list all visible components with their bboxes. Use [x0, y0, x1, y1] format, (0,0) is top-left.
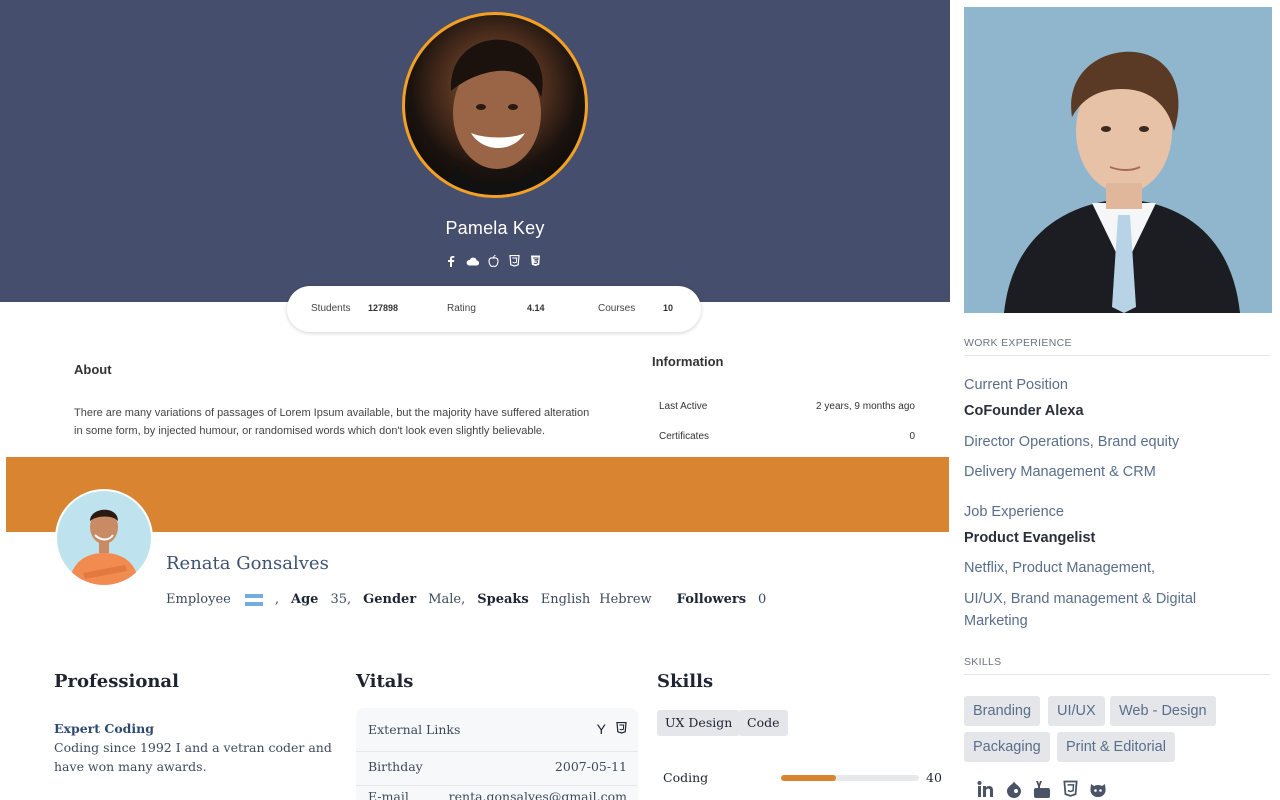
rating-value: 4.14 [527, 303, 545, 313]
linkedin-icon[interactable] [977, 780, 995, 798]
vitals-value[interactable]: renta.gonsalves@gmail.com [449, 789, 627, 800]
skill-chip: Print & Editorial [1057, 732, 1175, 762]
skill-progress-fill [781, 775, 837, 781]
vitals-row-email: E-mail renta.gonsalves@gmail.com [368, 789, 627, 800]
experience-line: Delivery Management & CRM [964, 464, 1156, 480]
vitals-value: 2007-05-11 [554, 759, 627, 774]
drupal-icon[interactable] [1005, 780, 1023, 798]
experience-sidebar: WORK EXPERIENCE Current Position CoFound… [950, 0, 1280, 800]
avatar [402, 12, 588, 198]
professional-heading: Professional [54, 671, 179, 692]
skill-tag: UX Design [657, 710, 741, 736]
html5-icon[interactable] [1061, 780, 1079, 798]
language-item: Hebrew [599, 592, 652, 607]
age-value: 35, [330, 592, 352, 607]
vitals-row-birthday: Birthday 2007-05-11 [368, 759, 627, 774]
experience-line: UI/UX, Brand management & Digital Market… [964, 591, 1197, 629]
language-item: English [540, 592, 591, 607]
info-value: 2 years, 9 months ago [816, 401, 915, 412]
divider [964, 674, 1270, 675]
profile-name: Pamela Key [445, 218, 545, 238]
y-combinator-icon[interactable]: Y [597, 721, 606, 737]
followers-value: 0 [758, 592, 767, 607]
profile-name: Renata Gonsalves [166, 553, 329, 574]
skill-bar-value: 40 [926, 770, 942, 785]
about-heading: About [74, 362, 112, 377]
github-icon[interactable] [1089, 780, 1107, 798]
argentina-flag-icon [244, 593, 263, 606]
info-row-last-active: Last Active 2 years, 9 months ago [659, 401, 915, 412]
current-position-label: Current Position [964, 377, 1068, 393]
profile-meta: Employee , Age 35, Gender Male, Speaks E… [166, 592, 766, 607]
social-links [444, 254, 542, 268]
divider [964, 355, 1270, 356]
professional-subtitle: Expert Coding [54, 721, 154, 736]
css3-icon[interactable] [528, 254, 542, 268]
apple-icon[interactable] [486, 254, 500, 268]
vitals-label: External Links [368, 721, 461, 737]
social-links [977, 780, 1107, 798]
pamela-profile-card: Pamela Key Students 127898 Rating 4.14 C… [0, 0, 950, 458]
vitals-label: E-mail [368, 789, 409, 800]
profile-photo [964, 7, 1272, 313]
vitals-label: Birthday [368, 759, 423, 774]
stats-bar: Students 127898 Rating 4.14 Courses 10 [287, 286, 701, 332]
skill-chip: Branding [964, 696, 1041, 726]
vitals-panel: External Links Y Birthday 2007-05-11 E-m… [356, 708, 638, 800]
avatar [55, 489, 153, 587]
skill-chip: Web - Design [1110, 696, 1216, 726]
info-label: Last Active [659, 401, 708, 412]
students-label: Students [311, 303, 351, 314]
speaks-label: Speaks [477, 592, 529, 607]
experience-line: Director Operations, Brand equity [964, 434, 1180, 450]
about-text: There are many variations of passages of… [74, 407, 590, 437]
youtube-icon[interactable] [1033, 780, 1051, 798]
vitals-heading: Vitals [356, 671, 414, 692]
facebook-icon[interactable] [444, 254, 458, 268]
skills-heading: SKILLS [964, 656, 1002, 668]
experience-line: Netflix, Product Management, [964, 560, 1156, 576]
information-heading: Information [652, 354, 724, 369]
cloud-icon[interactable] [465, 254, 479, 268]
courses-label: Courses [598, 303, 636, 314]
divider [356, 751, 638, 752]
work-experience-heading: WORK EXPERIENCE [964, 337, 1072, 349]
role-text: Employee [166, 592, 231, 607]
meta-separator: , [274, 592, 279, 607]
info-label: Certificates [659, 431, 710, 442]
courses-value: 10 [663, 303, 674, 313]
skills-heading: Skills [657, 671, 714, 692]
html5-icon[interactable] [616, 721, 627, 737]
gender-label: Gender [363, 592, 417, 607]
external-links: Y [597, 721, 627, 737]
professional-text: Coding since 1992 I and a vetran coder a… [54, 740, 332, 774]
rating-label: Rating [447, 303, 476, 314]
html5-icon[interactable] [507, 254, 521, 268]
info-row-certificates: Certificates 0 [659, 431, 915, 442]
info-value: 0 [909, 431, 915, 442]
skill-chip: UI/UX [1048, 696, 1105, 726]
current-company: CoFounder Alexa [964, 403, 1084, 419]
students-value: 127898 [368, 303, 399, 313]
job-title: Product Evangelist [964, 530, 1096, 546]
age-label: Age [291, 592, 319, 607]
job-experience-label: Job Experience [964, 504, 1064, 520]
skill-progress-track [781, 775, 919, 781]
vitals-row-links: External Links Y [368, 721, 627, 737]
skill-bar-row: Coding 40 [663, 770, 943, 785]
followers-label: Followers [676, 592, 747, 607]
gender-value: Male, [428, 592, 466, 607]
divider [356, 785, 638, 786]
skill-chip: Packaging [964, 732, 1050, 762]
renata-profile-card: Renata Gonsalves Employee , Age 35, Gend… [6, 457, 949, 800]
skill-bar-label: Coding [663, 770, 709, 785]
skill-tag: Code [739, 710, 788, 736]
